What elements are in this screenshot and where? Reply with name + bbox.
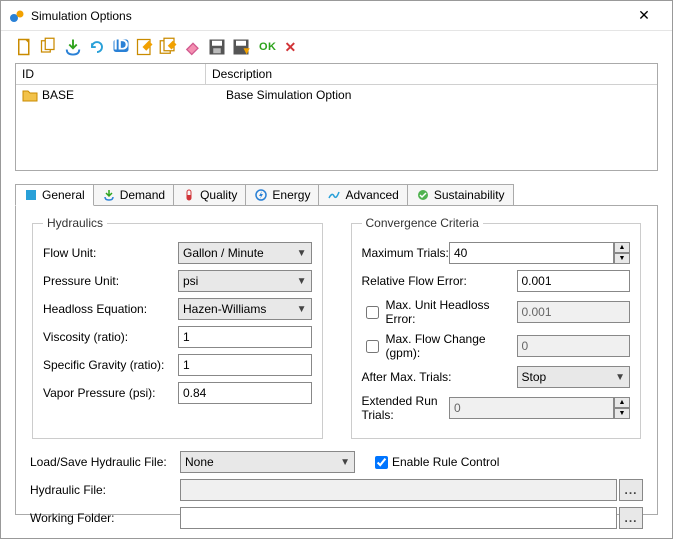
tab-general[interactable]: General <box>15 184 94 206</box>
tab-advanced-label: Advanced <box>345 188 398 202</box>
chevron-down-icon: ▼ <box>297 304 307 315</box>
spin-up-icon[interactable]: ▲ <box>614 397 630 408</box>
working-folder-input[interactable] <box>180 507 617 529</box>
toolbar: ID OK ✕ <box>1 31 672 63</box>
id-tag-icon[interactable]: ID <box>111 37 131 57</box>
advanced-icon <box>327 188 341 202</box>
max-flow-chg-label: Max. Flow Change (gpm): <box>362 332 517 360</box>
tabbar: General Demand Quality Energy Advanced S… <box>15 183 658 205</box>
load-save-select[interactable]: None▼ <box>180 451 355 473</box>
list-header: ID Description <box>16 64 657 85</box>
enable-rule-checkbox[interactable] <box>375 456 388 469</box>
col-desc-header[interactable]: Description <box>206 64 657 84</box>
sg-label: Specific Gravity (ratio): <box>43 358 178 372</box>
tab-quality[interactable]: Quality <box>173 184 246 205</box>
after-max-label: After Max. Trials: <box>362 370 517 384</box>
chevron-down-icon: ▼ <box>297 276 307 287</box>
refresh-icon[interactable] <box>87 37 107 57</box>
edit-icon[interactable] <box>135 37 155 57</box>
save-as-icon[interactable] <box>231 37 251 57</box>
hydraulic-file-label: Hydraulic File: <box>30 483 180 497</box>
enable-rule-label: Enable Rule Control <box>392 455 499 469</box>
tab-energy-label: Energy <box>272 188 310 202</box>
tab-panel-general: Hydraulics Flow Unit: Gallon / Minute▼ P… <box>15 205 658 515</box>
cancel-button[interactable]: ✕ <box>285 39 297 56</box>
erase-icon[interactable] <box>183 37 203 57</box>
chevron-down-icon: ▼ <box>615 372 625 383</box>
pressure-unit-select[interactable]: psi▼ <box>178 270 312 292</box>
window-title: Simulation Options <box>31 9 624 23</box>
headloss-label: Headloss Equation: <box>43 302 178 316</box>
rel-flow-label: Relative Flow Error: <box>362 274 517 288</box>
viscosity-input[interactable] <box>178 326 312 348</box>
sg-input[interactable] <box>178 354 312 376</box>
close-button[interactable]: ✕ <box>624 3 664 28</box>
hydraulic-file-input <box>180 479 617 501</box>
viscosity-label: Viscosity (ratio): <box>43 330 178 344</box>
row-id: BASE <box>42 88 226 102</box>
spin-down-icon[interactable]: ▼ <box>614 253 630 264</box>
row-desc: Base Simulation Option <box>226 88 651 102</box>
window: Simulation Options ✕ ID OK ✕ ID Descript… <box>0 0 673 539</box>
bottom-section: Load/Save Hydraulic File: None▼ Enable R… <box>30 451 643 529</box>
copy-icon[interactable] <box>39 37 59 57</box>
max-flow-chg-input <box>517 335 631 357</box>
spin-up-icon[interactable]: ▲ <box>614 242 630 253</box>
rel-flow-input[interactable] <box>517 270 631 292</box>
max-unit-hl-label: Max. Unit Headloss Error: <box>362 298 517 326</box>
headloss-select[interactable]: Hazen-Williams▼ <box>178 298 312 320</box>
browse-working-folder-button[interactable]: ... <box>619 507 643 529</box>
new-icon[interactable] <box>15 37 35 57</box>
max-flow-chg-checkbox[interactable] <box>366 340 379 353</box>
demand-icon <box>102 188 116 202</box>
hydraulics-group: Hydraulics Flow Unit: Gallon / Minute▼ P… <box>32 216 323 439</box>
folder-icon <box>22 88 38 102</box>
ext-run-label: Extended Run Trials: <box>362 394 450 422</box>
quality-icon <box>182 188 196 202</box>
enable-rule-control[interactable]: Enable Rule Control <box>375 455 499 469</box>
chevron-down-icon: ▼ <box>340 457 350 468</box>
vapor-label: Vapor Pressure (psi): <box>43 386 178 400</box>
load-save-label: Load/Save Hydraulic File: <box>30 455 180 469</box>
tab-demand[interactable]: Demand <box>93 184 174 205</box>
sustainability-icon <box>416 188 430 202</box>
ok-button[interactable]: OK <box>259 41 277 53</box>
tab-quality-label: Quality <box>200 188 237 202</box>
browse-hydraulic-file-button[interactable]: ... <box>619 479 643 501</box>
app-icon <box>9 8 25 24</box>
flow-unit-label: Flow Unit: <box>43 246 178 260</box>
list-row[interactable]: BASE Base Simulation Option <box>16 85 657 105</box>
tab-sustainability-label: Sustainability <box>434 188 505 202</box>
col-id-header[interactable]: ID <box>16 64 206 84</box>
tab-sustainability[interactable]: Sustainability <box>407 184 514 205</box>
max-unit-hl-checkbox[interactable] <box>366 306 379 319</box>
energy-icon <box>254 188 268 202</box>
max-trials-spinner[interactable]: ▲▼ <box>449 242 630 264</box>
convergence-group: Convergence Criteria Maximum Trials: ▲▼ … <box>351 216 642 439</box>
after-max-select[interactable]: Stop▼ <box>517 366 631 388</box>
max-unit-hl-input <box>517 301 631 323</box>
titlebar: Simulation Options ✕ <box>1 1 672 31</box>
max-trials-label: Maximum Trials: <box>362 246 450 260</box>
general-icon <box>24 188 38 202</box>
convergence-legend: Convergence Criteria <box>362 216 483 230</box>
options-list[interactable]: ID Description BASE Base Simulation Opti… <box>15 63 658 171</box>
spin-down-icon[interactable]: ▼ <box>614 408 630 419</box>
hydraulics-legend: Hydraulics <box>43 216 107 230</box>
pressure-unit-label: Pressure Unit: <box>43 274 178 288</box>
tab-advanced[interactable]: Advanced <box>318 184 407 205</box>
save-icon[interactable] <box>207 37 227 57</box>
working-folder-label: Working Folder: <box>30 511 180 525</box>
import-icon[interactable] <box>63 37 83 57</box>
tab-energy[interactable]: Energy <box>245 184 319 205</box>
ext-run-spinner: ▲▼ <box>449 397 630 419</box>
vapor-input[interactable] <box>178 382 312 404</box>
tab-demand-label: Demand <box>120 188 165 202</box>
edit-all-icon[interactable] <box>159 37 179 57</box>
svg-text:ID: ID <box>114 37 129 54</box>
chevron-down-icon: ▼ <box>297 248 307 259</box>
flow-unit-select[interactable]: Gallon / Minute▼ <box>178 242 312 264</box>
tab-general-label: General <box>42 188 85 202</box>
